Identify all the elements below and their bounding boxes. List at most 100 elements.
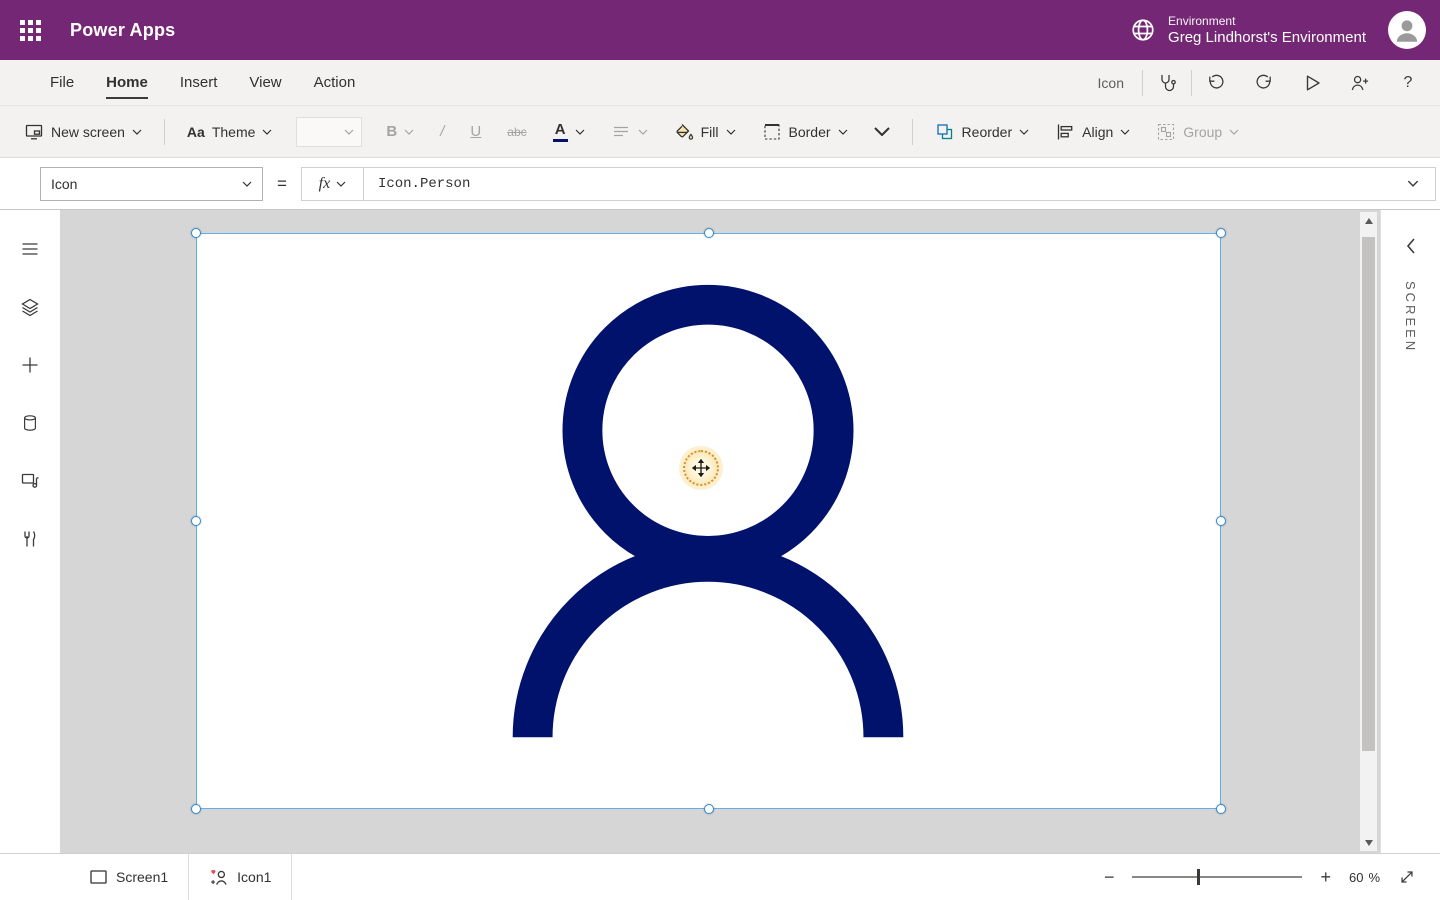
bold-button[interactable]: B xyxy=(374,112,426,152)
italic-icon: / xyxy=(440,123,444,140)
app-checker-button[interactable] xyxy=(1143,60,1191,105)
media-button[interactable] xyxy=(8,464,52,498)
bold-icon: B xyxy=(386,123,397,140)
powerapps-studio: Power Apps Environment Greg Lindhorst's … xyxy=(0,0,1440,900)
new-screen-button[interactable]: New screen xyxy=(12,112,154,152)
scroll-up-button[interactable] xyxy=(1360,212,1377,229)
chevron-down-icon xyxy=(1120,129,1130,135)
canvas-vertical-scrollbar[interactable] xyxy=(1360,212,1377,851)
zoom-out-button[interactable]: − xyxy=(1104,868,1115,886)
scrollbar-thumb[interactable] xyxy=(1362,237,1375,751)
avatar[interactable] xyxy=(1388,11,1426,49)
ribbon-toolbar: New screen Aa Theme B / U abc A xyxy=(0,106,1440,158)
globe-icon xyxy=(1130,17,1156,43)
icon1-thumbnail-icon xyxy=(209,868,228,887)
help-icon: ? xyxy=(1404,74,1413,92)
strikethrough-icon: abc xyxy=(507,125,526,139)
tab-screen1[interactable]: Screen1 xyxy=(70,854,189,900)
reorder-button[interactable]: Reorder xyxy=(923,112,1042,152)
scroll-down-button[interactable] xyxy=(1360,834,1377,851)
font-color-button[interactable]: A xyxy=(541,112,597,152)
theme-button[interactable]: Aa Theme xyxy=(175,112,284,152)
fx-dropdown[interactable]: fx xyxy=(302,168,364,200)
scrollbar-track[interactable] xyxy=(1360,229,1377,834)
italic-button[interactable]: / xyxy=(428,112,456,152)
divider xyxy=(912,119,913,145)
preview-play-button[interactable] xyxy=(1288,60,1336,105)
align-icon xyxy=(1055,122,1075,142)
font-family-select[interactable] xyxy=(296,117,362,147)
divider xyxy=(164,119,165,145)
strikethrough-button[interactable]: abc xyxy=(495,112,538,152)
selection-handle-top-middle[interactable] xyxy=(704,228,714,238)
zoom-level: 60 % xyxy=(1349,870,1380,885)
insert-button[interactable] xyxy=(8,348,52,382)
menu-view[interactable]: View xyxy=(233,60,297,105)
screen-properties-panel: SCREEN xyxy=(1380,210,1440,853)
property-select[interactable]: Icon xyxy=(40,167,263,201)
redo-button[interactable] xyxy=(1240,60,1288,105)
fit-to-window-button[interactable] xyxy=(1398,868,1416,886)
screen-icon xyxy=(24,122,44,142)
design-canvas[interactable] xyxy=(60,210,1380,853)
reorder-icon xyxy=(935,122,955,142)
redo-icon xyxy=(1254,73,1274,93)
selection-handle-top-left[interactable] xyxy=(191,228,201,238)
chevron-down-icon xyxy=(404,129,414,135)
formula-input[interactable]: Icon.Person xyxy=(364,176,1391,192)
chevron-down-icon xyxy=(242,181,252,187)
zoom-in-button[interactable]: + xyxy=(1320,868,1331,886)
screen1-artboard[interactable] xyxy=(196,233,1221,809)
chevron-down-icon xyxy=(1229,129,1239,135)
selection-handle-middle-right[interactable] xyxy=(1216,516,1226,526)
menu-insert[interactable]: Insert xyxy=(164,60,234,105)
share-button[interactable] xyxy=(1336,60,1384,105)
selection-handle-bottom-right[interactable] xyxy=(1216,804,1226,814)
selection-handle-bottom-left[interactable] xyxy=(191,804,201,814)
hamburger-icon xyxy=(20,239,40,259)
menu-home[interactable]: Home xyxy=(90,60,164,105)
selection-handle-bottom-middle[interactable] xyxy=(704,804,714,814)
align-button[interactable]: Align xyxy=(1043,112,1142,152)
formula-expand-button[interactable] xyxy=(1391,168,1435,200)
fill-button[interactable]: Fill xyxy=(662,112,748,152)
formula-bar: Icon = fx Icon.Person xyxy=(0,158,1440,210)
chevron-down-icon xyxy=(132,129,142,135)
chevron-down-icon xyxy=(638,129,648,135)
environment-picker[interactable]: Environment Greg Lindhorst's Environment xyxy=(1130,14,1366,46)
expand-panel-button[interactable] xyxy=(1406,238,1416,259)
left-rail xyxy=(0,210,60,853)
tree-view-button[interactable] xyxy=(8,290,52,324)
border-button[interactable]: Border xyxy=(750,112,860,152)
font-color-icon: A xyxy=(553,122,568,142)
underline-button[interactable]: U xyxy=(458,112,493,152)
play-icon xyxy=(1302,73,1322,93)
zoom-slider[interactable] xyxy=(1132,876,1302,878)
menu-action[interactable]: Action xyxy=(298,60,372,105)
selection-handle-middle-left[interactable] xyxy=(191,516,201,526)
hamburger-menu-button[interactable] xyxy=(8,232,52,266)
zoom-slider-handle[interactable] xyxy=(1197,869,1200,885)
selected-control-type-label: Icon xyxy=(1098,75,1124,91)
chevron-down-icon xyxy=(344,129,354,135)
help-button[interactable]: ? xyxy=(1384,60,1432,105)
menu-file[interactable]: File xyxy=(34,60,90,105)
advanced-tools-button[interactable] xyxy=(8,522,52,556)
app-header: Power Apps Environment Greg Lindhorst's … xyxy=(0,0,1440,60)
data-sources-button[interactable] xyxy=(8,406,52,440)
database-icon xyxy=(21,413,39,433)
equals-sign: = xyxy=(277,174,287,194)
zoom-controls: − + 60 % xyxy=(1104,868,1440,886)
undo-button[interactable] xyxy=(1192,60,1240,105)
text-align-button[interactable] xyxy=(599,112,660,152)
person-icon[interactable] xyxy=(197,234,1220,808)
panel-title: SCREEN xyxy=(1403,281,1418,353)
waffle-menu-button[interactable] xyxy=(0,0,60,60)
more-formatting-button[interactable] xyxy=(862,112,902,152)
selection-handle-top-right[interactable] xyxy=(1216,228,1226,238)
chevron-down-icon xyxy=(874,127,890,136)
chevron-down-icon xyxy=(1019,129,1029,135)
group-button[interactable]: Group xyxy=(1144,112,1251,152)
tab-icon1[interactable]: Icon1 xyxy=(189,854,292,900)
chevron-down-icon xyxy=(1407,180,1419,187)
